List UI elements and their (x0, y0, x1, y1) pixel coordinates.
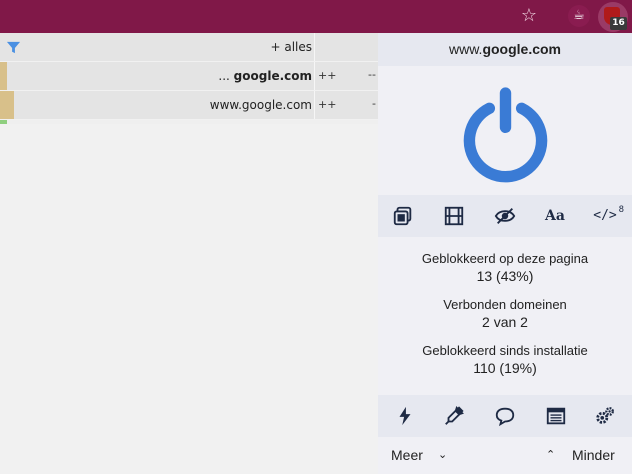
request-bar (0, 62, 7, 90)
more-less-bar: Meer ⌄ ⌃ Minder (378, 437, 632, 474)
stat-blocked-page: Geblokkeerd op deze pagina 13 (43%) (421, 251, 589, 284)
allow-cell[interactable]: ++ (318, 69, 336, 82)
extension-icon[interactable]: ☕ (568, 5, 590, 27)
more-button[interactable]: Meer (391, 447, 423, 463)
block-cell[interactable]: -- (368, 68, 376, 81)
table-row[interactable]: www.google.com ++ - (0, 91, 378, 119)
power-switch-icon[interactable] (458, 83, 553, 183)
chevron-up-icon[interactable]: ⌃ (546, 448, 555, 461)
domain-name: www.google.com (209, 98, 312, 112)
tool-buttons (378, 395, 632, 437)
request-bar (0, 91, 14, 119)
page-hostname: www.google.com (378, 33, 632, 66)
list-icon[interactable] (543, 405, 569, 427)
ublock-extension-button[interactable]: 16 (598, 2, 628, 32)
stat-connected-domains: Verbonden domeinen 2 van 2 (443, 297, 567, 330)
ublock-popup-panel: www.google.com Aa </> 8 Geblokkeerd op de… (378, 33, 632, 474)
bookmark-star-icon[interactable]: ☆ (519, 6, 539, 26)
film-icon[interactable] (441, 205, 467, 227)
per-site-switches: Aa </> 8 (378, 195, 632, 237)
firewall-header-row: + alles (0, 33, 378, 61)
table-row[interactable]: ... google.com ++ -- (0, 62, 378, 90)
popup-window-icon[interactable] (390, 205, 416, 227)
lightning-icon[interactable] (392, 405, 418, 427)
gears-icon[interactable] (592, 405, 618, 427)
all-domains-label[interactable]: + alles (270, 40, 312, 54)
block-cell[interactable]: - (372, 97, 376, 110)
chevron-down-icon[interactable]: ⌄ (438, 448, 447, 461)
allow-cell[interactable]: ++ (318, 98, 336, 111)
stat-blocked-total: Geblokkeerd sinds installatie 110 (19%) (422, 343, 588, 376)
blocked-count-badge: 16 (610, 17, 627, 30)
eye-slash-icon[interactable] (492, 205, 518, 227)
fonts-icon[interactable]: Aa (542, 205, 568, 227)
script-count: 8 (618, 205, 624, 215)
browser-toolbar: ☆ ☕ 16 (0, 0, 632, 33)
filter-icon[interactable] (6, 40, 21, 55)
firewall-pane: + alles ... google.com ++ -- www.google.… (0, 33, 378, 474)
less-button[interactable]: Minder (572, 447, 615, 463)
domain-name: ... google.com (218, 69, 312, 83)
code-icon[interactable]: </> 8 (592, 205, 624, 227)
speech-bubble-icon[interactable] (492, 405, 518, 427)
eyedropper-icon[interactable] (441, 405, 467, 427)
table-row-partial (0, 120, 378, 124)
